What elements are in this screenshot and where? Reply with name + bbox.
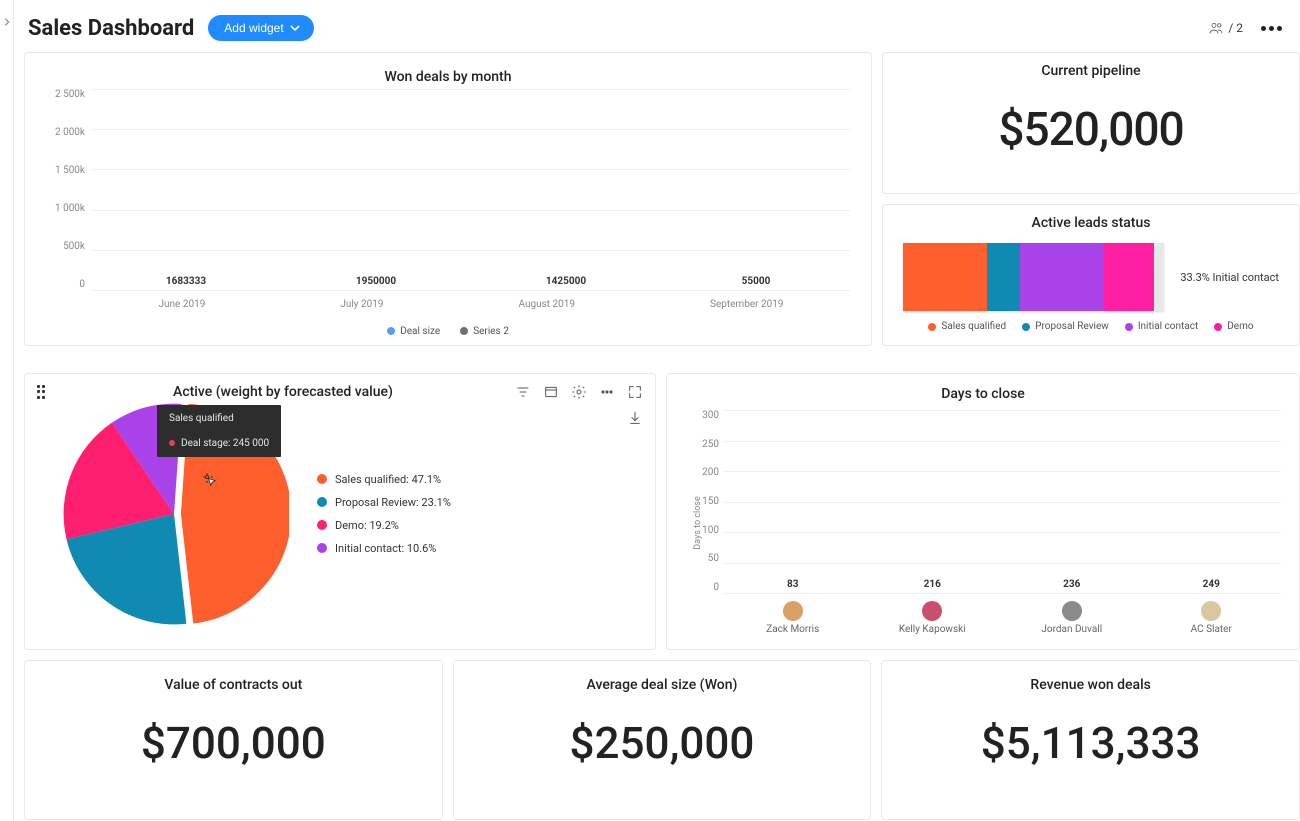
xaxis-label: July 2019: [340, 299, 383, 310]
pie-legend-label: Proposal Review: 23.1%: [335, 496, 451, 509]
legend-deal-size: Deal size: [400, 326, 440, 337]
legend-label: Sales qualified: [941, 321, 1006, 332]
days-canvas: 83 216 236 249: [723, 410, 1281, 593]
bar-value: 1425000: [546, 276, 586, 287]
active-leads-title: Active leads status: [883, 205, 1299, 235]
shared-users-badge[interactable]: / 2: [1208, 20, 1243, 36]
xaxis-label: Jordan Duvall: [1041, 624, 1102, 635]
page-title: Sales Dashboard: [28, 16, 194, 41]
bar-value: 236: [1063, 579, 1080, 590]
won-deals-yaxis: 2 500k2 000k1 500k1 000k500k0: [45, 89, 91, 290]
xaxis-label: August 2019: [518, 299, 575, 310]
bar-value: 216: [924, 579, 941, 590]
tooltip-value: Deal stage: 245 000: [181, 438, 269, 449]
bar-value: 83: [787, 579, 798, 590]
fullscreen-panel-button[interactable]: [543, 384, 559, 400]
active-leads-highlight: 33.3% Initial contact: [1180, 271, 1279, 284]
header: Sales Dashboard Add widget / 2: [24, 8, 1290, 48]
pipeline-value: $520,000: [883, 103, 1299, 157]
settings-button[interactable]: [571, 384, 587, 400]
cursor-icon: [201, 471, 219, 489]
widget-active-leads-status: Active leads status 33.3% Initial contac…: [882, 204, 1300, 346]
more-horizontal-icon: [599, 384, 615, 400]
avatar: [1201, 601, 1221, 621]
users-icon: [1208, 20, 1224, 36]
widget-days-to-close: Days to close Days to close 300250200150…: [666, 373, 1300, 650]
pie-legend: Sales qualified: 47.1% Proposal Review: 2…: [317, 473, 451, 555]
days-title: Days to close: [667, 374, 1299, 406]
widget-current-pipeline: Current pipeline $520,000: [882, 52, 1300, 194]
widget-avg-deal-size: Average deal size (Won) $250,000: [453, 660, 872, 820]
stacked-segment[interactable]: [1104, 243, 1154, 311]
legend-label: Demo: [1227, 321, 1253, 332]
sidebar-expand[interactable]: [0, 0, 14, 821]
filter-button[interactable]: [515, 384, 531, 400]
pie-legend-label: Demo: 19.2%: [335, 519, 399, 532]
widget-revenue-won: Revenue won deals $5,113,333: [881, 660, 1300, 820]
bar-value: 55000: [742, 276, 771, 287]
avatar: [783, 601, 803, 621]
panel-icon: [543, 384, 559, 400]
stacked-segment[interactable]: [1020, 243, 1104, 311]
user-count: / 2: [1228, 21, 1243, 35]
xaxis-label: Kelly Kapowski: [899, 624, 966, 635]
xaxis-label: June 2019: [159, 299, 206, 310]
won-deals-xaxis: June 2019 July 2019 August 2019 September 2…: [91, 299, 851, 310]
days-yaxis: 300250200150100500: [691, 410, 719, 593]
contracts-title: Value of contracts out: [164, 671, 302, 693]
avatar: [1062, 601, 1082, 621]
pie-tooltip: Sales qualified Deal stage: 245 000: [157, 405, 281, 457]
xaxis-label: AC Slater: [1191, 624, 1232, 635]
chevron-right-icon: [3, 18, 11, 26]
widget-contracts-out: Value of contracts out $700,000: [24, 660, 443, 820]
active-leads-stacked-bar: [903, 243, 1164, 311]
avg-title: Average deal size (Won): [587, 671, 738, 693]
expand-button[interactable]: [627, 384, 643, 400]
revenue-title: Revenue won deals: [1030, 671, 1150, 693]
pie-legend-label: Initial contact: 10.6%: [335, 542, 436, 555]
won-deals-canvas: 1683333 1950000 1425000 55000: [91, 89, 851, 290]
expand-icon: [627, 384, 643, 400]
stacked-segment[interactable]: [987, 243, 1020, 311]
add-widget-button[interactable]: Add widget: [208, 15, 313, 41]
bar-value: 1683333: [166, 276, 206, 287]
legend-label: Proposal Review: [1035, 321, 1109, 332]
won-deals-title: Won deals by month: [45, 59, 851, 89]
avatar: [922, 601, 942, 621]
chevron-down-icon: [290, 23, 300, 33]
days-xaxis: Zack Morris Kelly Kapowski Jordan Duvall AC…: [723, 601, 1281, 635]
pie-legend-label: Sales qualified: 47.1%: [335, 473, 441, 486]
more-button[interactable]: [599, 384, 615, 400]
revenue-value: $5,113,333: [981, 717, 1201, 769]
widget-won-deals: Won deals by month 2 500k2 000k1 500k1 0…: [24, 52, 872, 346]
gear-icon: [571, 384, 587, 400]
widget-active-forecast-pie: Active (weight by forecasted value): [24, 373, 656, 650]
pie-chart: Sales qualified Deal stage: 245 000: [59, 399, 289, 629]
tooltip-title: Sales qualified: [169, 413, 269, 424]
filter-icon: [515, 384, 531, 400]
xaxis-label: Zack Morris: [766, 624, 819, 635]
legend-label: Initial contact: [1138, 321, 1198, 332]
stacked-segment[interactable]: [903, 243, 987, 311]
avg-value: $250,000: [570, 717, 755, 769]
xaxis-label: September 2019: [710, 299, 783, 310]
more-menu-button[interactable]: [1257, 22, 1286, 35]
active-leads-legend: Sales qualified Proposal Review Initial co…: [883, 311, 1299, 338]
pipeline-title: Current pipeline: [883, 53, 1299, 83]
download-button[interactable]: [627, 410, 643, 426]
contracts-value: $700,000: [141, 717, 326, 769]
drag-handle-icon[interactable]: [37, 385, 51, 399]
legend-series2: Series 2: [473, 326, 509, 337]
add-widget-label: Add widget: [224, 21, 283, 35]
bar-value: 1950000: [356, 276, 396, 287]
won-deals-legend: Deal size Series 2: [45, 324, 851, 345]
bar-value: 249: [1203, 579, 1220, 590]
download-icon: [627, 410, 643, 426]
